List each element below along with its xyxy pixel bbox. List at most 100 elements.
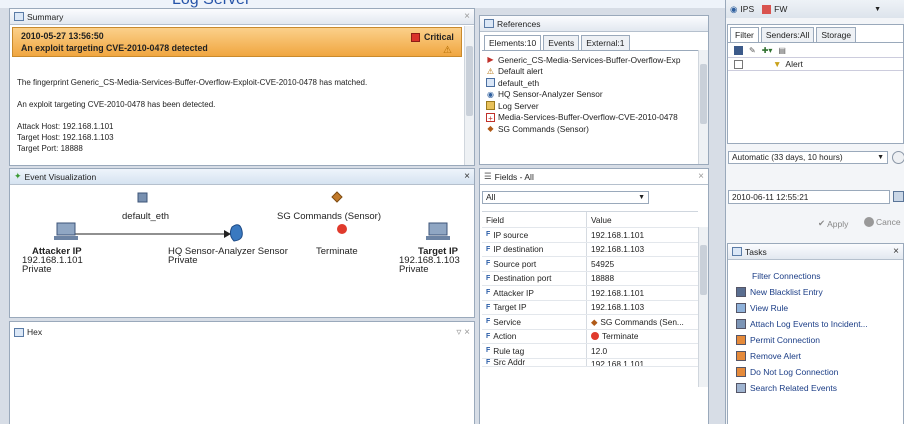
task-remove-alert[interactable]: Remove Alert xyxy=(728,348,903,364)
edit-icon[interactable]: ✎ xyxy=(749,46,756,55)
refresh-icon[interactable] xyxy=(892,151,904,164)
summary-scrollbar[interactable] xyxy=(464,26,474,165)
list-item[interactable]: ▶ Generic_CS-Media-Services-Buffer-Overfl… xyxy=(482,54,706,66)
task-permit-connection[interactable]: Permit Connection xyxy=(728,332,903,348)
visualization-icon: ✦ xyxy=(14,171,22,181)
list-item[interactable]: Log Server xyxy=(482,100,706,112)
filter-tabs: Filter Senders:All Storage xyxy=(728,25,903,42)
chevron-down-icon[interactable]: ▼ xyxy=(874,6,881,13)
fields-scrollbar[interactable] xyxy=(698,227,708,387)
references-title: References xyxy=(497,18,541,29)
date-input[interactable]: 2010-06-11 12:55:21 xyxy=(728,190,890,204)
hex-menu-icon[interactable]: ▿ × xyxy=(456,327,470,338)
attach-icon xyxy=(736,319,746,329)
service-label: SG Commands (Sensor) xyxy=(277,211,382,222)
table-row[interactable]: F Source port 54925 xyxy=(482,257,698,272)
task-attach-log[interactable]: Attach Log Events to Incident... xyxy=(728,316,903,332)
warning-icon: ⚠ xyxy=(443,45,452,56)
table-row[interactable]: F IP destination 192.168.1.103 xyxy=(482,242,698,257)
references-scrollbar[interactable] xyxy=(698,50,708,164)
tab-senders[interactable]: Senders:All xyxy=(760,27,815,42)
task-do-not-log[interactable]: Do Not Log Connection xyxy=(728,364,903,380)
severity-label: Critical xyxy=(424,32,454,42)
add-icon[interactable]: ✚▾ xyxy=(762,46,773,55)
references-list: ▶ Generic_CS-Media-Services-Buffer-Overfl… xyxy=(482,50,706,135)
table-row[interactable]: F Destination port 18888 xyxy=(482,271,698,286)
references-icon xyxy=(484,19,494,28)
target-host-base xyxy=(426,236,450,240)
interface-node-icon xyxy=(137,192,148,203)
tab-external[interactable]: External:1 xyxy=(581,35,630,50)
filter-panel: Filter Senders:All Storage ✎ ✚▾ ▤ ▼ Aler… xyxy=(727,24,904,144)
task-filter-connections[interactable]: Filter Connections xyxy=(728,268,903,284)
list-icon[interactable]: ▤ xyxy=(778,46,786,55)
ips-toggle[interactable]: IPS xyxy=(740,4,754,14)
field-icon: F xyxy=(486,318,491,326)
field-icon: F xyxy=(486,274,491,282)
attacker-zone: Private xyxy=(22,264,52,275)
task-view-rule[interactable]: View Rule xyxy=(728,300,903,316)
col-field[interactable]: Field xyxy=(482,212,587,227)
table-row[interactable]: F IP source 192.168.1.101 xyxy=(482,228,698,243)
field-icon: F xyxy=(486,231,491,239)
permit-icon xyxy=(736,335,746,345)
list-item[interactable]: ⚠ Default alert xyxy=(482,66,706,78)
table-row[interactable]: F Attacker IP 192.168.1.101 xyxy=(482,286,698,301)
fw-toggle[interactable]: FW xyxy=(774,4,787,14)
alert-banner[interactable]: 2010-05-27 13:56:50 An exploit targeting… xyxy=(12,27,462,57)
time-range-select[interactable]: Automatic (33 days, 10 hours) ▼ xyxy=(728,151,888,164)
cancel-button[interactable]: Cance xyxy=(864,217,901,227)
col-value[interactable]: Value xyxy=(587,215,612,225)
list-item[interactable]: default_eth xyxy=(482,77,706,89)
close-icon[interactable]: × xyxy=(464,171,470,182)
list-item[interactable]: ◆ SG Commands (Sensor) xyxy=(482,123,706,135)
summary-line2: An exploit targeting CVE-2010-0478 has b… xyxy=(17,100,216,109)
scroll-thumb[interactable] xyxy=(700,64,707,124)
table-row[interactable]: F Action Terminate xyxy=(482,329,698,344)
flag-icon: ▶ xyxy=(487,55,494,65)
filter-row[interactable]: ▼ Alert xyxy=(728,57,903,71)
target-host-icon xyxy=(428,222,448,236)
table-row[interactable]: F Target IP 192.168.1.103 xyxy=(482,300,698,315)
interface-label: default_eth xyxy=(122,211,170,222)
cancel-icon xyxy=(864,217,874,227)
field-icon: F xyxy=(486,245,491,253)
close-icon[interactable]: × xyxy=(698,171,704,182)
fields-table: Field Value F IP source 192.168.1.101 F IP … xyxy=(482,211,698,367)
table-row[interactable]: F Rule tag 12.0 xyxy=(482,344,698,359)
apply-button[interactable]: ✔ Apply xyxy=(818,218,848,229)
table-row[interactable]: F Service ◆ SG Commands (Sen... xyxy=(482,315,698,330)
task-search-events[interactable]: Search Related Events xyxy=(728,380,903,396)
references-tabs: Elements:10 Events External:1 xyxy=(480,32,708,50)
summary-line1: The fingerprint Generic_CS-Media-Service… xyxy=(17,78,368,87)
scroll-thumb[interactable] xyxy=(466,46,473,116)
tab-events[interactable]: Events xyxy=(543,35,580,50)
tasks-panel: Tasks × Filter Connections New Blacklist… xyxy=(727,243,904,424)
top-strip xyxy=(0,0,725,8)
filter-checkbox[interactable] xyxy=(734,59,743,69)
sensor-icon: ◉ xyxy=(487,89,494,99)
calendar-icon[interactable] xyxy=(893,191,904,202)
chevron-down-icon: ▼ xyxy=(638,194,645,201)
visualization-header: ✦ Event Visualization × xyxy=(10,169,474,185)
task-new-blacklist[interactable]: New Blacklist Entry xyxy=(728,284,903,300)
table-row[interactable]: F Src Addr 192.168.1.101 xyxy=(482,358,698,367)
alert-filter-label: Alert xyxy=(785,59,803,69)
list-item[interactable]: + Media-Services-Buffer-Overflow-CVE-2010… xyxy=(482,112,706,124)
close-icon[interactable]: × xyxy=(464,11,470,22)
list-item[interactable]: ◉ HQ Sensor-Analyzer Sensor xyxy=(482,89,706,101)
scroll-thumb[interactable] xyxy=(700,245,707,295)
fields-filter-select[interactable]: All ▼ xyxy=(482,191,649,204)
field-icon: F xyxy=(486,347,491,355)
service-icon: ◆ xyxy=(487,124,494,134)
field-icon: F xyxy=(486,260,491,268)
no-log-icon xyxy=(736,367,746,377)
right-column: ◉ IPS FW ▼ Filter Senders:All Storage ✎ … xyxy=(725,0,904,424)
tab-storage[interactable]: Storage xyxy=(816,27,857,42)
fw-icon xyxy=(762,4,772,14)
tab-elements[interactable]: Elements:10 xyxy=(484,35,542,50)
attacker-host-icon xyxy=(56,222,76,236)
close-icon[interactable]: × xyxy=(893,246,899,257)
save-icon[interactable] xyxy=(734,45,743,55)
tab-filter[interactable]: Filter xyxy=(730,27,759,42)
